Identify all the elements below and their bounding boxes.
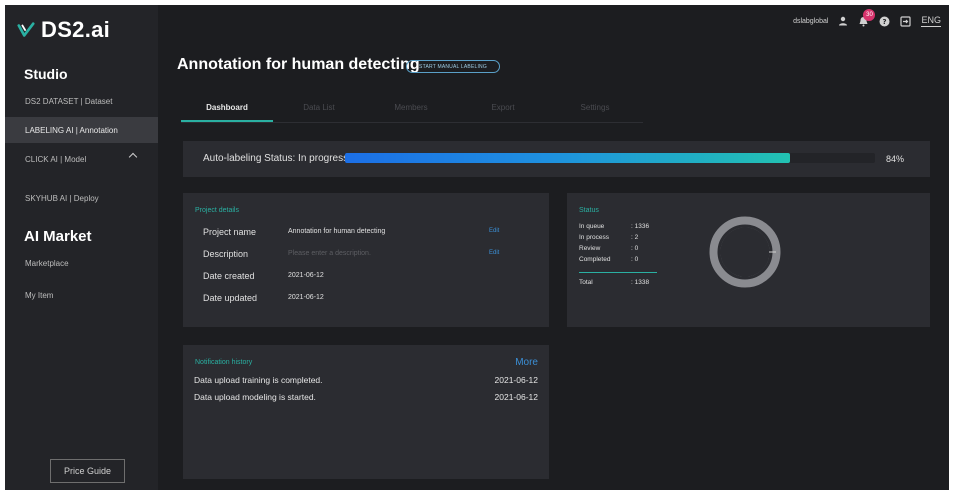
donut-hole	[720, 227, 770, 277]
detail-label: Date updated	[203, 293, 258, 303]
tab-members[interactable]: Members	[365, 97, 457, 122]
status-value: : 1338	[631, 279, 650, 286]
studio-section-title: Studio	[24, 66, 68, 82]
sidebar-item-marketplace[interactable]: Marketplace	[5, 250, 158, 276]
page-title: Annotation for human detecting	[177, 56, 420, 73]
language-selector[interactable]: ENG	[921, 15, 941, 27]
auto-labeling-progress-bar	[345, 153, 875, 163]
project-details-title: Project details	[195, 207, 239, 214]
svg-text:?: ?	[883, 18, 887, 26]
project-details-card: Project details Project name Annotation …	[183, 193, 549, 327]
sidebar-item-deploy[interactable]: SKYHUB AI | Deploy	[5, 185, 158, 211]
progress-percent: 84%	[886, 154, 905, 164]
notification-date: 2021-06-12	[494, 375, 538, 385]
status-row-completed: Completed : 0	[579, 256, 638, 263]
notification-item: Data upload modeling is started. 2021-06…	[194, 392, 538, 402]
notification-history-card: Notification history More Data upload tr…	[183, 345, 549, 479]
description-placeholder[interactable]: Please enter a description.	[288, 250, 371, 257]
ai-market-section-title: AI Market	[24, 228, 92, 245]
detail-row-project-name: Project name Annotation for human detect…	[203, 227, 533, 241]
auto-labeling-status-card: Auto-labeling Status: In progress 84%	[183, 141, 930, 177]
status-card: Status In queue : 1336 In process : 2 Revi…	[567, 193, 930, 327]
topbar-actions: dslabglobal 30 ? ENG	[793, 8, 941, 27]
user-icon[interactable]	[838, 16, 848, 26]
notification-history-title: Notification history	[195, 359, 253, 366]
detail-row-date-created: Date created 2021-06-12	[203, 271, 533, 285]
notification-count-badge: 30	[863, 8, 876, 21]
detail-row-description: Description Please enter a description. …	[203, 249, 533, 263]
sidebar-item-label: DS2 DATASET | Dataset	[25, 96, 113, 106]
sidebar-item-model[interactable]: CLICK AI | Model	[5, 146, 158, 172]
status-title: Status	[579, 207, 599, 214]
status-value: : 0	[631, 245, 639, 252]
tab-export[interactable]: Export	[457, 97, 549, 122]
chevron-up-icon[interactable]	[128, 152, 138, 162]
sidebar-item-label: Marketplace	[25, 258, 69, 268]
status-row-review: Review : 0	[579, 245, 638, 252]
app-window: DS2.ai Studio DS2 DATASET | Dataset LABE…	[5, 5, 949, 490]
price-guide-button[interactable]: Price Guide	[50, 459, 125, 483]
start-manual-labeling-button[interactable]: START MANUAL LABELING	[406, 60, 500, 73]
brand-name: DS2.ai	[41, 17, 111, 42]
status-donut-chart	[709, 216, 781, 288]
sidebar-item-label: SKYHUB AI | Deploy	[25, 193, 99, 203]
username[interactable]: dslabglobal	[793, 18, 828, 25]
logo[interactable]: DS2.ai	[17, 17, 110, 43]
sidebar-item-my-item[interactable]: My Item	[5, 282, 158, 308]
edit-description-link[interactable]: Edit	[489, 250, 499, 256]
sidebar: DS2.ai Studio DS2 DATASET | Dataset LABE…	[5, 5, 158, 490]
auto-labeling-status-label: Auto-labeling Status: In progress	[203, 153, 349, 164]
date-created-value: 2021-06-12	[288, 272, 324, 279]
progress-fill	[345, 153, 791, 163]
status-row-total: Total : 1338	[579, 279, 649, 286]
notification-item: Data upload training is completed. 2021-…	[194, 375, 538, 385]
sidebar-item-label: My Item	[25, 290, 54, 300]
detail-label: Project name	[203, 227, 257, 237]
edit-project-name-link[interactable]: Edit	[489, 228, 499, 234]
tab-bar: Dashboard Data List Members Export Setti…	[181, 97, 643, 123]
bell-icon[interactable]: 30	[858, 8, 876, 27]
status-key: In process	[579, 234, 609, 241]
status-key: Completed	[579, 256, 611, 263]
status-key: In queue	[579, 223, 605, 230]
project-name-value: Annotation for human detecting	[288, 228, 386, 235]
notification-date: 2021-06-12	[494, 392, 538, 402]
sidebar-item-annotation[interactable]: LABELING AI | Annotation	[5, 117, 158, 143]
status-value: : 0	[631, 256, 639, 263]
tab-dashboard[interactable]: Dashboard	[181, 97, 273, 122]
check-logo-icon	[17, 22, 35, 37]
sidebar-item-label: CLICK AI | Model	[25, 154, 87, 164]
detail-row-date-updated: Date updated 2021-06-12	[203, 293, 533, 307]
tab-data-list[interactable]: Data List	[273, 97, 365, 122]
help-icon[interactable]: ?	[879, 16, 890, 27]
status-divider	[579, 272, 657, 273]
notifications-more-link[interactable]: More	[515, 357, 538, 368]
sidebar-item-dataset[interactable]: DS2 DATASET | Dataset	[5, 88, 158, 114]
date-updated-value: 2021-06-12	[288, 294, 324, 301]
tab-settings[interactable]: Settings	[549, 97, 641, 122]
status-row-in-queue: In queue : 1336	[579, 223, 649, 230]
detail-label: Date created	[203, 271, 255, 281]
notification-text: Data upload training is completed.	[194, 375, 323, 385]
status-key: Total	[579, 279, 593, 286]
status-value: : 2	[631, 234, 639, 241]
status-row-in-process: In process : 2	[579, 234, 638, 241]
status-key: Review	[579, 245, 601, 252]
status-value: : 1336	[631, 223, 650, 230]
detail-label: Description	[203, 249, 249, 259]
notification-text: Data upload modeling is started.	[194, 392, 316, 402]
logout-icon[interactable]	[900, 15, 912, 27]
sidebar-item-label: LABELING AI | Annotation	[25, 125, 118, 135]
